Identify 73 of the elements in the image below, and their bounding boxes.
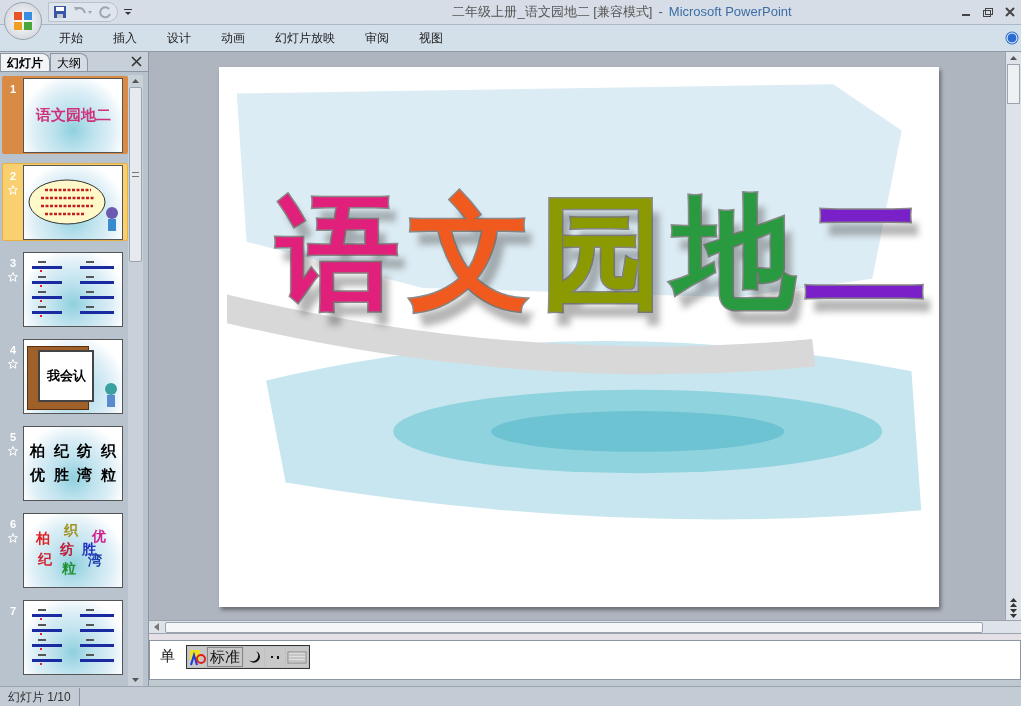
app-name: Microsoft PowerPoint: [668, 3, 792, 22]
slide-title-character: 园: [541, 192, 663, 314]
slide-number: 2: [9, 169, 17, 184]
character-text: 织: [64, 521, 78, 538]
thumbnail-title: 语文园地二: [35, 104, 111, 125]
close-icon[interactable]: [131, 56, 142, 67]
slide-number: 7: [9, 604, 17, 619]
character-text: 粒: [99, 466, 117, 484]
window-title: 二年级上册_语文园地二 [兼容模式]: [452, 3, 653, 22]
office-button[interactable]: [4, 2, 42, 40]
ime-mode-button[interactable]: 标准: [207, 647, 243, 667]
character-text: 优: [28, 466, 47, 484]
slide-thumbnail[interactable]: 我会认: [23, 338, 123, 414]
slide-number: 4: [9, 343, 17, 358]
notes-pane[interactable]: 单 标准: [149, 640, 1021, 680]
slide-title-character: 文: [409, 192, 531, 314]
restore-icon[interactable]: [983, 7, 993, 17]
vertical-scrollbar[interactable]: [128, 75, 143, 686]
character-text: 纺: [60, 540, 74, 557]
character-text: 织: [99, 442, 117, 460]
slide-thumbnail-row[interactable]: 1 语文园地二: [2, 76, 128, 154]
ribbon-tab[interactable]: 视图: [408, 29, 454, 47]
office-logo-icon: [13, 11, 33, 31]
character-text: 优: [92, 527, 106, 544]
character-text: 纺: [76, 442, 94, 460]
panel-tab[interactable]: 大纲: [50, 53, 88, 71]
ribbon-tab[interactable]: 设计: [156, 29, 202, 47]
scroll-thumb[interactable]: [165, 621, 983, 633]
slide-thumbnail[interactable]: 语文园地二: [23, 77, 123, 153]
slide-thumbnail-row[interactable]: 4 我会认: [2, 337, 128, 415]
punctuation-icon[interactable]: [265, 647, 285, 667]
ribbon-tab[interactable]: 插入: [102, 29, 148, 47]
cartoon-figure-drawing: [104, 382, 118, 407]
slide-thumbnail[interactable]: [23, 599, 123, 675]
ribbon-tab[interactable]: 动画: [210, 29, 256, 47]
character-text: 纪: [52, 442, 70, 460]
slide-title-character: 二: [805, 192, 927, 314]
slide-thumbnail[interactable]: [23, 164, 123, 240]
help-icon[interactable]: [1005, 31, 1019, 45]
character-text: 柏: [28, 442, 47, 460]
character-text: 湾: [76, 466, 94, 484]
ribbon-tab[interactable]: 幻灯片放映: [264, 29, 346, 47]
ime-logo-icon[interactable]: [188, 647, 206, 667]
character-text: 纪: [38, 550, 52, 567]
ribbon-tab[interactable]: 开始: [48, 29, 94, 47]
panel-tab[interactable]: 幻灯片: [0, 53, 50, 71]
slide-title-character: 语: [277, 192, 399, 314]
character-text: 粒: [62, 559, 76, 576]
cartoon-figure-drawing: [105, 206, 119, 233]
slide-number: 1: [9, 82, 17, 97]
character-text: 柏: [36, 529, 50, 546]
scroll-thumb[interactable]: [129, 87, 142, 262]
slide-number: 3: [9, 256, 17, 271]
title-separator: -: [658, 3, 663, 22]
slide-thumbnail[interactable]: [23, 251, 123, 327]
ribbon-tab[interactable]: 审阅: [354, 29, 400, 47]
slide-number: 5: [9, 430, 17, 445]
slide-thumbnail[interactable]: 柏 纪 纺 织 优 胜 湾 粒: [23, 425, 123, 501]
slide-number: 6: [9, 517, 17, 532]
slide-thumbnail[interactable]: 柏 织 优 纺 胜 纪 湾 粒: [23, 512, 123, 588]
scroll-thumb[interactable]: [1007, 64, 1020, 104]
notes-text: 单: [160, 646, 175, 666]
slide-thumbnail-row[interactable]: 5 柏 纪 纺 织 优 胜 湾 粒: [2, 424, 128, 502]
moon-icon[interactable]: [244, 647, 264, 667]
close-icon[interactable]: [1005, 7, 1015, 17]
vertical-scrollbar[interactable]: [1005, 52, 1021, 620]
slide-thumbnail-row[interactable]: 6 柏 织 优 纺 胜 纪 湾 粒: [2, 511, 128, 589]
save-icon[interactable]: [53, 5, 67, 19]
horizontal-scrollbar[interactable]: [149, 620, 1021, 634]
character-text: 胜: [52, 466, 70, 484]
book-page-text: 我会认: [38, 349, 94, 402]
customize-toolbar-icon[interactable]: [124, 8, 132, 16]
status-text: 幻灯片 1/10: [0, 687, 80, 706]
